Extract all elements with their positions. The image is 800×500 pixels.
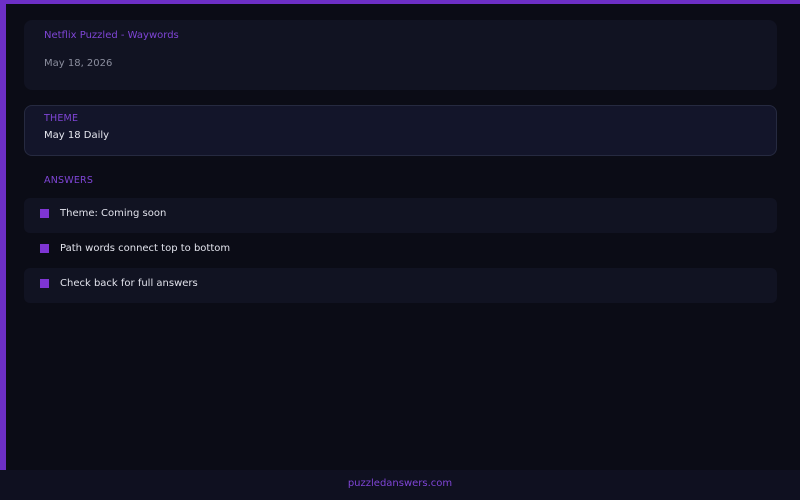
footer: puzzledanswers.com xyxy=(0,470,800,500)
square-bullet-icon xyxy=(40,244,49,253)
puzzle-date: May 18, 2026 xyxy=(44,58,113,69)
left-accent-bar xyxy=(0,0,6,470)
theme-card: THEME May 18 Daily xyxy=(24,105,777,156)
page-title: Netflix Puzzled - Waywords xyxy=(44,30,179,41)
header-card: Netflix Puzzled - Waywords May 18, 2026 xyxy=(24,20,777,90)
answer-item: Theme: Coming soon xyxy=(24,198,777,233)
answer-text: Path words connect top to bottom xyxy=(60,243,231,254)
theme-value: May 18 Daily xyxy=(44,130,110,141)
answer-text: Theme: Coming soon xyxy=(60,208,167,219)
answer-text: Check back for full answers xyxy=(60,278,198,289)
answer-item: Path words connect top to bottom xyxy=(24,233,777,268)
page: Netflix Puzzled - Waywords May 18, 2026 … xyxy=(0,0,800,500)
theme-label: THEME xyxy=(44,113,79,124)
square-bullet-icon xyxy=(40,279,49,288)
answers-heading: ANSWERS xyxy=(44,175,94,186)
square-bullet-icon xyxy=(40,209,49,218)
answer-item: Check back for full answers xyxy=(24,268,777,303)
footer-site-link[interactable]: puzzledanswers.com xyxy=(0,478,800,489)
top-accent-bar xyxy=(0,0,800,4)
